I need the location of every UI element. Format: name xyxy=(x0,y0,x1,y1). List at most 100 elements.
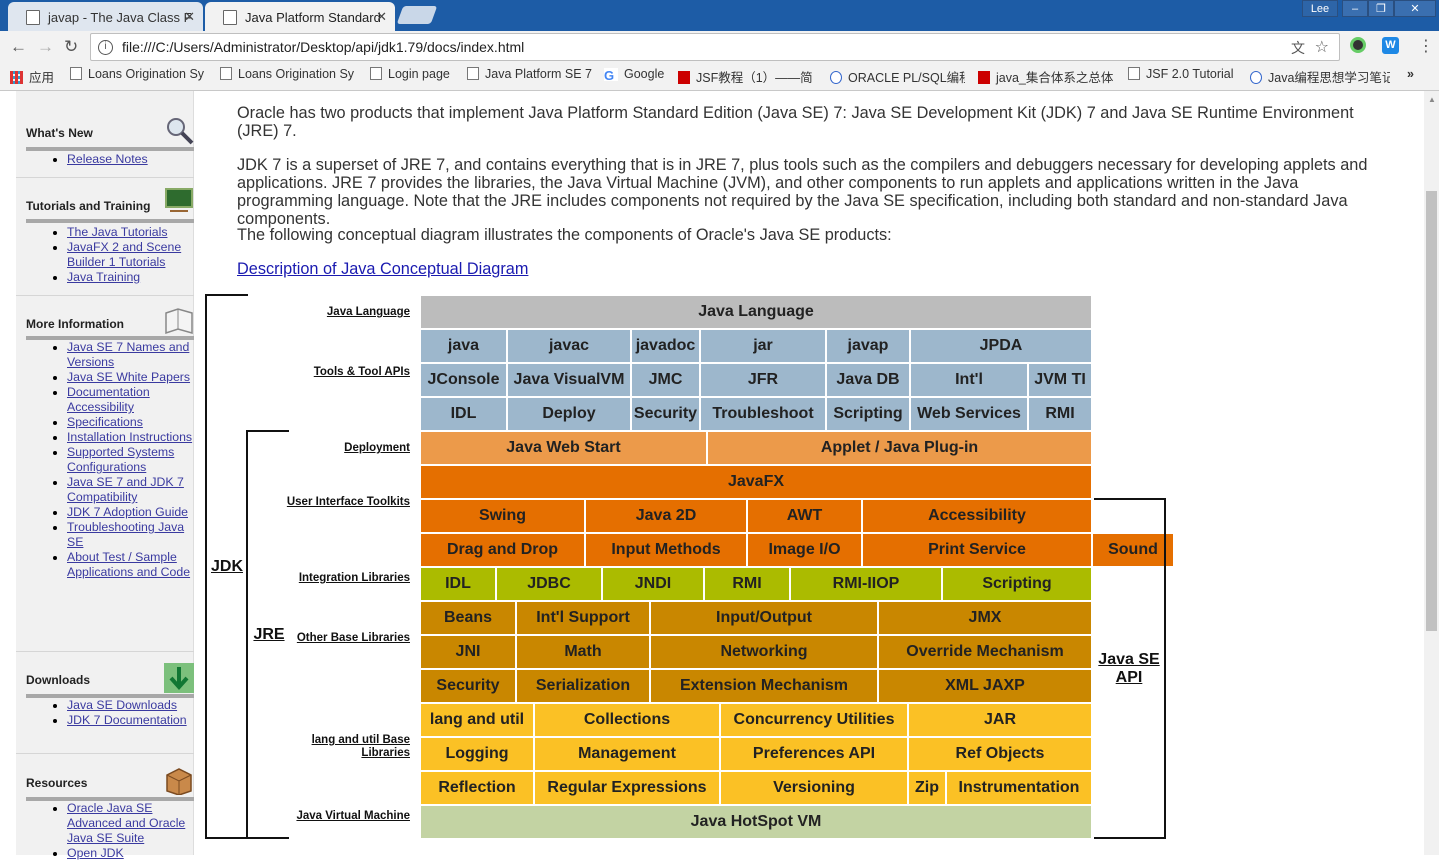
row-label[interactable]: Integration Libraries xyxy=(280,572,410,585)
sidebar-link[interactable]: Oracle Java SE Advanced and Oracle Java … xyxy=(67,801,185,845)
diagram-cell[interactable]: Preferences API xyxy=(721,738,909,772)
bookmark-item[interactable]: JSF教程（1）——简 xyxy=(678,67,818,86)
back-icon[interactable]: ← xyxy=(10,37,27,57)
bookmark-item[interactable]: JSF 2.0 Tutorial xyxy=(1128,67,1234,81)
sidebar-link[interactable]: Open JDK xyxy=(67,846,124,860)
diagram-cell[interactable]: JPDA xyxy=(911,330,1093,364)
row-label[interactable]: Deployment xyxy=(280,442,410,455)
diagram-cell[interactable]: java xyxy=(421,330,508,364)
diagram-cell[interactable]: JNDI xyxy=(603,568,705,602)
diagram-cell[interactable]: Swing xyxy=(421,500,586,534)
diagram-cell[interactable]: IDL xyxy=(421,398,508,432)
diagram-cell[interactable]: Ref Objects xyxy=(909,738,1093,772)
diagram-cell[interactable]: Java HotSpot VM xyxy=(421,806,1093,840)
sidebar-link[interactable]: The Java Tutorials xyxy=(67,225,167,239)
sidebar-link[interactable]: JDK 7 Adoption Guide xyxy=(67,505,188,519)
row-label[interactable]: lang and util Base Libraries xyxy=(280,734,410,760)
scroll-thumb[interactable] xyxy=(1426,191,1437,631)
row-label[interactable]: User Interface Toolkits xyxy=(280,496,410,509)
reload-icon[interactable]: ↻ xyxy=(64,37,78,57)
bookmark-item[interactable]: Java Platform SE 7 xyxy=(467,67,592,81)
close-tab-icon[interactable]: ✕ xyxy=(376,9,387,25)
diagram-cell[interactable]: Math xyxy=(517,636,651,670)
diagram-cell[interactable]: Java Web Start xyxy=(421,432,708,466)
diagram-cell[interactable]: Troubleshoot xyxy=(701,398,827,432)
sidebar-link[interactable]: Documentation Accessibility xyxy=(67,385,150,414)
diagram-cell[interactable]: JConsole xyxy=(421,364,508,398)
sidebar-link[interactable]: About Test / Sample Applications and Cod… xyxy=(67,550,190,579)
diagram-cell[interactable]: Accessibility xyxy=(863,500,1093,534)
diagram-cell[interactable]: JAR xyxy=(909,704,1093,738)
bookmark-item[interactable]: ORACLE PL/SQL编程 xyxy=(830,67,965,86)
diagram-cell[interactable]: XML JAXP xyxy=(879,670,1093,704)
diagram-cell[interactable]: Reflection xyxy=(421,772,535,806)
diagram-cell[interactable]: JFR xyxy=(701,364,827,398)
diagram-cell[interactable]: Drag and Drop xyxy=(421,534,586,568)
diagram-cell[interactable]: Zip xyxy=(909,772,947,806)
scroll-up-icon[interactable]: ▲ xyxy=(1428,95,1436,104)
diagram-cell[interactable]: javadoc xyxy=(632,330,701,364)
bookmarks-overflow-icon[interactable]: » xyxy=(1407,67,1414,81)
sidebar-link[interactable]: Java SE Downloads xyxy=(67,698,177,712)
diagram-cell[interactable]: Scripting xyxy=(943,568,1093,602)
diagram-cell[interactable]: Deploy xyxy=(508,398,632,432)
diagram-cell[interactable]: Networking xyxy=(651,636,879,670)
info-icon[interactable]: i xyxy=(98,40,113,55)
sidebar-link[interactable]: Release Notes xyxy=(67,152,148,166)
diagram-cell[interactable]: Scripting xyxy=(827,398,911,432)
row-label[interactable]: Java Virtual Machine xyxy=(280,810,410,823)
diagram-cell[interactable]: JDBC xyxy=(497,568,603,602)
translate-icon[interactable]: 文 xyxy=(1291,38,1305,58)
sidebar-link[interactable]: JDK 7 Documentation xyxy=(67,713,187,727)
diagram-cell[interactable]: Java VisualVM xyxy=(508,364,632,398)
bookmark-item[interactable]: Login page xyxy=(370,67,450,81)
diagram-cell[interactable]: Logging xyxy=(421,738,535,772)
tab-java-platform[interactable]: Java Platform Standard ✕ xyxy=(205,2,395,31)
diagram-cell[interactable]: RMI-IIOP xyxy=(791,568,943,602)
diagram-cell[interactable]: Java Language xyxy=(421,296,1093,330)
sidebar-link[interactable]: Troubleshooting Java SE xyxy=(67,520,184,549)
diagram-cell[interactable]: Java DB xyxy=(827,364,911,398)
address-bar[interactable]: i file:///C:/Users/Administrator/Desktop… xyxy=(90,33,1340,61)
jdk-label[interactable]: JDK xyxy=(208,558,246,576)
diagram-description-link[interactable]: Description of Java Conceptual Diagram xyxy=(237,260,528,278)
diagram-cell[interactable]: AWT xyxy=(748,500,863,534)
jre-label[interactable]: JRE xyxy=(250,626,288,644)
diagram-cell[interactable]: Serialization xyxy=(517,670,651,704)
diagram-cell[interactable]: Override Mechanism xyxy=(879,636,1093,670)
diagram-cell[interactable]: Concurrency Utilities xyxy=(721,704,909,738)
minimize-button[interactable]: – xyxy=(1342,0,1368,17)
extension-w-icon[interactable]: W xyxy=(1382,37,1399,54)
diagram-cell[interactable]: Extension Mechanism xyxy=(651,670,879,704)
diagram-cell[interactable]: lang and util xyxy=(421,704,535,738)
diagram-cell[interactable]: IDL xyxy=(421,568,497,602)
extension-icon[interactable] xyxy=(1350,37,1366,53)
diagram-cell[interactable]: Int'l Support xyxy=(517,602,651,636)
sidebar-link[interactable]: Supported Systems Configurations xyxy=(67,445,174,474)
restore-button[interactable]: ❐ xyxy=(1368,0,1394,17)
menu-icon[interactable]: ⋮ xyxy=(1418,36,1434,56)
scrollbar[interactable]: ▲ xyxy=(1424,91,1439,855)
java-se-api-label[interactable]: Java SE API xyxy=(1096,651,1162,687)
sidebar-link[interactable]: Java SE White Papers xyxy=(67,370,190,384)
diagram-cell[interactable]: RMI xyxy=(705,568,791,602)
sidebar-link[interactable]: Java Training xyxy=(67,270,140,284)
sidebar-link[interactable]: Installation Instructions xyxy=(67,430,192,444)
sidebar-link[interactable]: Java SE 7 and JDK 7 Compatibility xyxy=(67,475,184,504)
diagram-cell[interactable]: Security xyxy=(632,398,701,432)
diagram-cell[interactable]: JVM TI xyxy=(1029,364,1093,398)
diagram-cell[interactable]: Int'l xyxy=(911,364,1029,398)
close-window-button[interactable]: ✕ xyxy=(1394,0,1436,17)
diagram-cell[interactable]: JMX xyxy=(879,602,1093,636)
tab-javap[interactable]: javap - The Java Class F ✕ xyxy=(8,2,203,31)
diagram-cell[interactable]: Collections xyxy=(535,704,721,738)
forward-icon[interactable]: → xyxy=(37,37,54,57)
diagram-cell[interactable]: Applet / Java Plug-in xyxy=(708,432,1093,466)
sidebar-link[interactable]: Java SE 7 Names and Versions xyxy=(67,340,189,369)
bookmark-apps[interactable]: 应用 xyxy=(10,67,54,86)
diagram-cell[interactable]: Input/Output xyxy=(651,602,879,636)
diagram-cell[interactable]: JMC xyxy=(632,364,701,398)
diagram-cell[interactable]: Regular Expressions xyxy=(535,772,721,806)
diagram-cell[interactable]: Java 2D xyxy=(586,500,748,534)
diagram-cell[interactable]: JNI xyxy=(421,636,517,670)
